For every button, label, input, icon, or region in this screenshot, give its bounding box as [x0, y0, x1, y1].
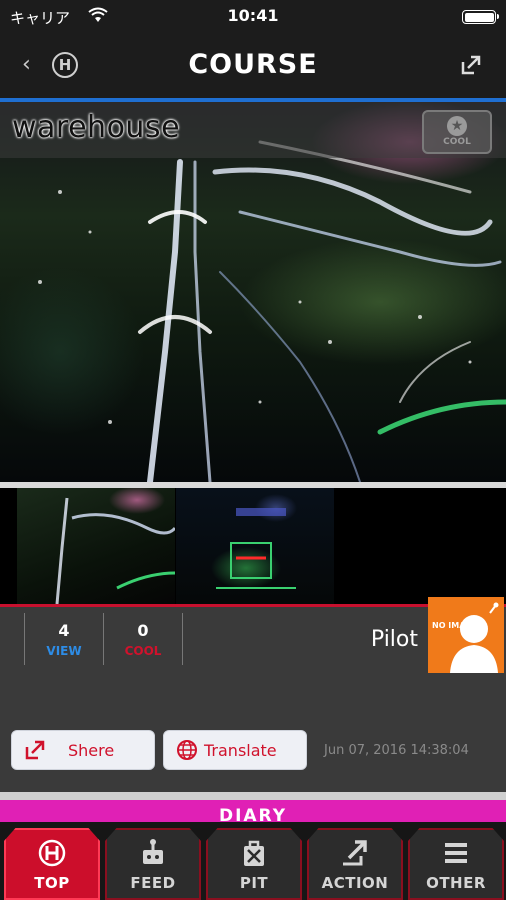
thumbnail-strip	[0, 488, 506, 605]
cool-count-label: COOL	[124, 644, 162, 658]
share-button[interactable]: Shere	[11, 730, 155, 770]
course-lights-graphic	[38, 140, 506, 482]
share-icon	[24, 739, 46, 765]
tab-other[interactable]: OTHER	[408, 828, 504, 900]
avatar[interactable]: NO IMAGE	[428, 597, 504, 673]
translate-button[interactable]: Translate	[163, 730, 307, 770]
battery-icon	[462, 10, 499, 24]
view-count: 4 VIEW	[25, 615, 103, 661]
cool-count: 0 COOL	[104, 615, 182, 661]
thumbnail-2-graphic	[216, 508, 296, 589]
tab-feed-label: FEED	[130, 874, 176, 892]
stat-divider	[182, 613, 183, 665]
drone-icon	[107, 838, 199, 872]
diary-divider	[0, 792, 506, 800]
home-icon	[6, 838, 98, 872]
pilot-silhouette-icon	[450, 602, 499, 673]
tab-pit-label: PIT	[239, 874, 269, 892]
thumbnail-1-graphic	[55, 497, 177, 605]
pilot-name[interactable]: Pilot	[371, 627, 418, 652]
star-icon: ★	[447, 116, 467, 136]
view-count-label: VIEW	[46, 644, 82, 658]
cool-count-value: 0	[137, 621, 149, 640]
translate-button-label: Translate	[204, 741, 277, 760]
cool-button[interactable]: ★ COOL	[422, 110, 492, 154]
nav-bar: ‹ H COURSE	[0, 34, 506, 98]
clock: 10:41	[227, 6, 279, 25]
tab-pit[interactable]: PIT	[206, 828, 302, 900]
thumbnail-2[interactable]	[176, 488, 334, 604]
tab-top-label: TOP	[34, 874, 70, 892]
view-count-value: 4	[58, 621, 70, 640]
course-info-panel: 4 VIEW 0 COOL Pilot NO IMAGE Shere Trans…	[0, 597, 506, 792]
action-icon	[309, 838, 401, 872]
course-photo[interactable]: warehouse ★ COOL	[0, 102, 506, 482]
share-icon[interactable]	[460, 54, 482, 80]
post-timestamp: Jun 07, 2016 14:38:04	[324, 743, 469, 758]
status-bar: キャリア 10:41	[0, 0, 506, 34]
tab-feed[interactable]: FEED	[105, 828, 201, 900]
pit-icon	[208, 838, 300, 872]
tab-bar: TOP FEED PIT ACTION OTHER	[0, 822, 506, 900]
tab-other-label: OTHER	[426, 874, 486, 892]
thumbnail-1[interactable]	[17, 488, 177, 605]
page-title: COURSE	[188, 49, 318, 80]
tab-action-label: ACTION	[321, 874, 389, 892]
translate-globe-icon	[176, 739, 198, 765]
avatar-placeholder-text: NO IMAGE	[432, 621, 478, 630]
share-button-label: Shere	[68, 741, 115, 760]
tab-action[interactable]: ACTION	[307, 828, 403, 900]
cool-button-label: COOL	[443, 137, 471, 147]
course-name: warehouse	[12, 110, 181, 145]
menu-icon	[410, 838, 502, 872]
tab-top[interactable]: TOP	[4, 828, 100, 900]
